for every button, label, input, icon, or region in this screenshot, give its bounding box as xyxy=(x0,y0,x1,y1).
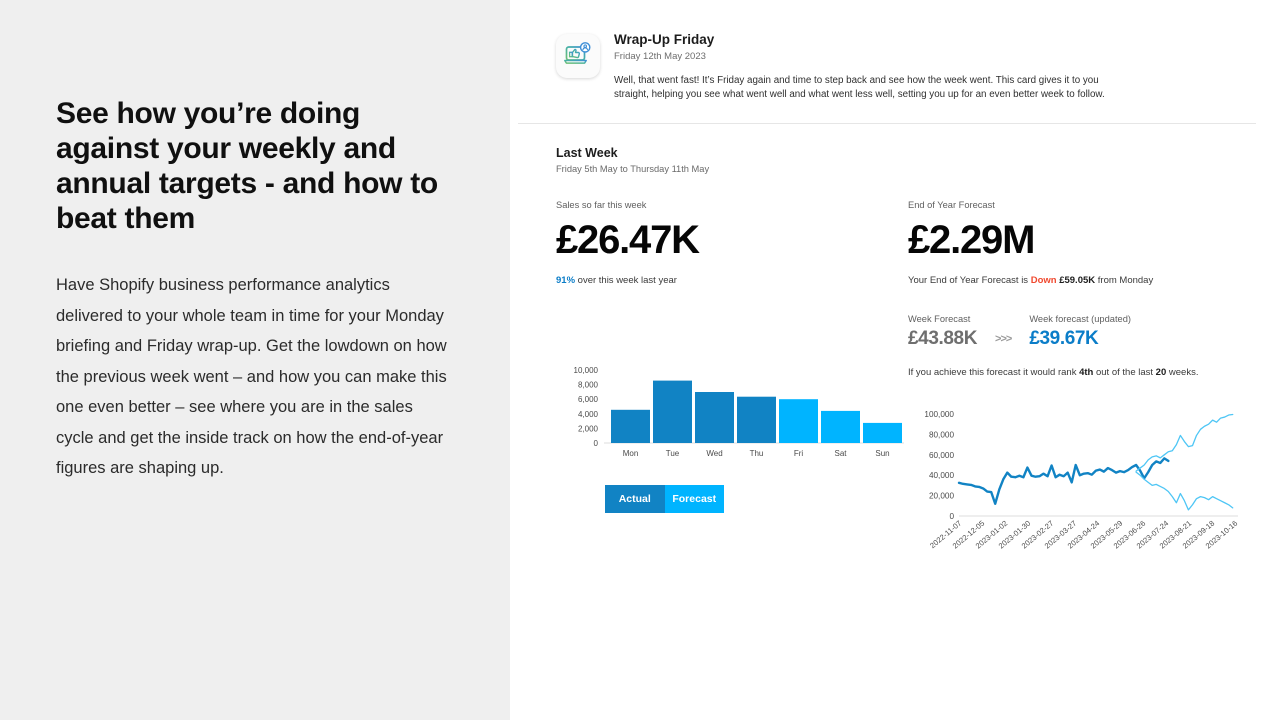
rank-value: 4th xyxy=(1079,366,1094,378)
forecast-metric-value: £2.29M xyxy=(908,217,1035,262)
forecast-delta-amount: £59.05K xyxy=(1056,274,1096,286)
bar-chart-svg: 10,000 8,000 6,000 4,000 2,000 0 Mon Tue… xyxy=(574,366,904,458)
sales-column: Sales so far this week £26.47K 91% over … xyxy=(556,200,904,589)
line-chart-svg: 100,000 80,000 60,000 40,000 20,000 0 20… xyxy=(924,410,1239,551)
line-upper-band-series xyxy=(1135,413,1234,472)
forecast-metric-label: End of Year Forecast xyxy=(908,199,995,210)
weekly-sales-bar-chart: 10,000 8,000 6,000 4,000 2,000 0 Mon Tue… xyxy=(556,360,904,513)
line-lower-band-series xyxy=(1135,471,1234,511)
svg-text:Fri: Fri xyxy=(794,449,804,458)
card-intro-text: Well, that went fast! It’s Friday again … xyxy=(614,75,1105,101)
sales-note-rest: over this week last year xyxy=(575,274,677,286)
bar-chart-legend: Actual Forecast xyxy=(605,484,724,513)
forecast-note-suffix: from Monday xyxy=(1095,274,1154,286)
svg-text:10,000: 10,000 xyxy=(574,366,599,375)
legend-forecast[interactable]: Forecast xyxy=(664,484,724,513)
svg-text:0: 0 xyxy=(594,439,599,448)
bar-chart-x-axis: Mon Tue Wed Thu Fri Sat Sun xyxy=(623,449,890,458)
svg-text:20,000: 20,000 xyxy=(929,491,954,500)
sales-metric-value: £26.47K xyxy=(556,217,700,262)
svg-text:Thu: Thu xyxy=(750,449,764,458)
svg-text:Sun: Sun xyxy=(875,449,889,458)
week-forecast-old-value: £43.88K xyxy=(908,327,978,349)
week-forecast-compare: Week Forecast £43.88K >>> Week forecast … xyxy=(908,314,1260,350)
page-title: See how you’re doing against your weekly… xyxy=(56,97,438,235)
forecast-note-prefix: Your End of Year Forecast is xyxy=(908,274,1031,286)
svg-text:60,000: 60,000 xyxy=(929,450,954,459)
svg-text:0: 0 xyxy=(949,512,954,521)
bar-chart-y-axis: 10,000 8,000 6,000 4,000 2,000 0 xyxy=(574,366,599,448)
line-central-series xyxy=(957,456,1170,505)
line-chart-y-axis: 100,000 80,000 60,000 40,000 20,000 0 xyxy=(924,410,954,521)
card-title: Wrap-Up Friday xyxy=(614,32,715,47)
svg-text:2,000: 2,000 xyxy=(578,424,599,433)
svg-text:8,000: 8,000 xyxy=(578,380,599,389)
week-forecast-new: Week forecast (updated) £39.67K xyxy=(1029,314,1131,350)
forecast-direction: Down xyxy=(1030,274,1057,286)
week-forecast-new-value: £39.67K xyxy=(1029,327,1099,349)
last-week-section: Last Week Friday 5th May to Thursday 11t… xyxy=(510,124,1280,589)
svg-text:6,000: 6,000 xyxy=(578,395,599,404)
section-date-range: Friday 5th May to Thursday 11th May xyxy=(556,163,710,174)
week-forecast-old: Week Forecast £43.88K xyxy=(908,314,977,350)
card-header-text: Wrap-Up Friday Friday 12th May 2023 Well… xyxy=(614,32,1160,103)
week-forecast-new-label: Week forecast (updated) xyxy=(1029,313,1131,324)
left-marketing-panel: See how you’re doing against your weekly… xyxy=(0,0,510,720)
laptop-thumbs-up-icon xyxy=(556,34,600,78)
section-title: Last Week xyxy=(556,145,618,160)
rank-middle: out of the last xyxy=(1093,366,1156,378)
svg-text:40,000: 40,000 xyxy=(929,471,954,480)
svg-text:4,000: 4,000 xyxy=(578,409,599,418)
line-chart-x-axis: 2022-11-07 2022-12-05 2023-01-02 2023-01… xyxy=(928,518,1239,550)
svg-text:100,000: 100,000 xyxy=(924,410,954,419)
legend-actual[interactable]: Actual xyxy=(605,484,665,513)
svg-text:Tue: Tue xyxy=(666,449,680,458)
forecast-column: End of Year Forecast £2.29M Your End of … xyxy=(904,200,1260,589)
report-card-panel: Wrap-Up Friday Friday 12th May 2023 Well… xyxy=(510,0,1280,720)
card-date: Friday 12th May 2023 xyxy=(614,51,706,62)
forecast-metric-note: Your End of Year Forecast is Down £59.05… xyxy=(908,275,1260,286)
metrics-columns: Sales so far this week £26.47K 91% over … xyxy=(556,200,1260,589)
forecast-arrow-icon: >>> xyxy=(995,332,1012,345)
sales-metric-note: 91% over this week last year xyxy=(556,275,904,286)
sales-pct-change: 91% xyxy=(556,274,576,286)
svg-text:Sat: Sat xyxy=(834,449,847,458)
rank-total: 20 xyxy=(1155,366,1167,378)
sales-metric-label: Sales so far this week xyxy=(556,199,647,210)
page-root: See how you’re doing against your weekly… xyxy=(0,0,1280,720)
end-of-year-forecast-line-chart: 100,000 80,000 60,000 40,000 20,000 0 20… xyxy=(908,404,1260,589)
card-header: Wrap-Up Friday Friday 12th May 2023 Well… xyxy=(510,0,1280,103)
svg-text:80,000: 80,000 xyxy=(929,430,954,439)
marketing-body-copy: Have Shopify business performance analyt… xyxy=(56,276,447,477)
svg-text:Mon: Mon xyxy=(623,449,639,458)
forecast-rank-note: If you achieve this forecast it would ra… xyxy=(908,367,1260,378)
rank-suffix: weeks. xyxy=(1166,366,1199,378)
bar-chart-bars xyxy=(611,380,902,443)
svg-text:Wed: Wed xyxy=(706,449,722,458)
week-forecast-old-label: Week Forecast xyxy=(908,313,971,324)
rank-prefix: If you achieve this forecast it would ra… xyxy=(908,366,1080,378)
